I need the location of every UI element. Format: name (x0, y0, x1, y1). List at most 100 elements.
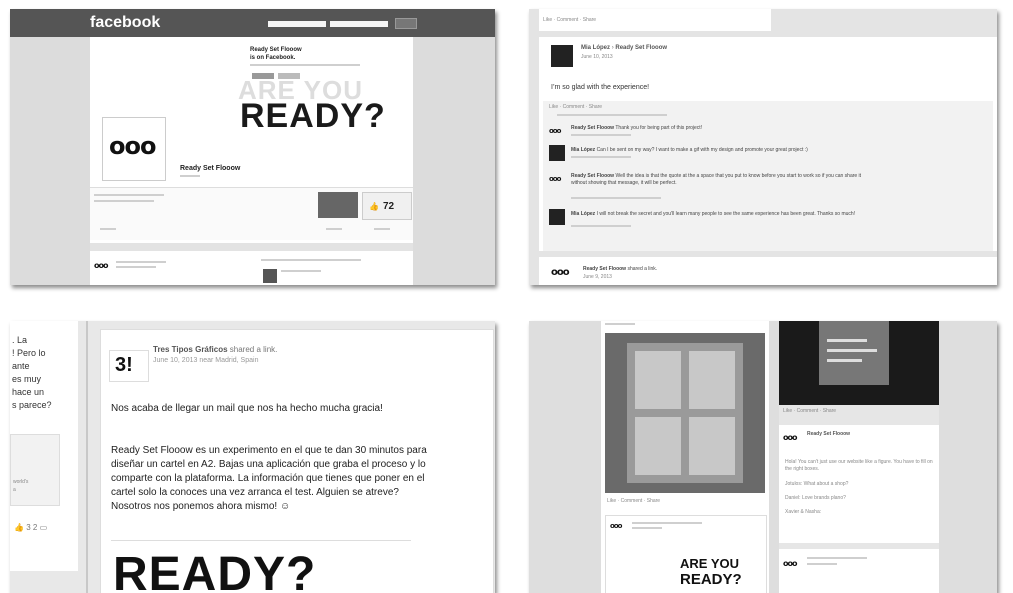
photo-wall[interactable] (605, 333, 765, 493)
link-preview-image[interactable]: READY? (111, 540, 411, 593)
panel-photos: Like · Comment · Share ooo ARE YOU READY… (529, 321, 997, 593)
comment-area: Like · Comment · Share ooo Ready Set Flo… (543, 101, 993, 251)
comment-author[interactable]: Mia López (571, 147, 595, 153)
comment-icon[interactable]: ▭ (40, 523, 48, 532)
top-post-stub: Like · Comment · Share (539, 9, 771, 31)
author-avatar[interactable] (551, 45, 573, 67)
password-field[interactable] (330, 21, 388, 27)
fb-page-body: Ready Set Flooow is on Facebook. ARE YOU… (90, 37, 413, 285)
left-text-5: hace un (12, 387, 45, 397)
login-button[interactable] (395, 18, 417, 29)
post-line (281, 270, 321, 272)
tab-likes[interactable] (374, 228, 390, 230)
shared-avatar: ooo (610, 522, 622, 530)
comment-1: ooo Ready Set Flooow Thank you for being… (549, 123, 989, 143)
post-author[interactable]: Mia López (581, 45, 610, 51)
post-date (116, 266, 156, 268)
spanish-post-card: 3! Tres Tipos Gráficos shared a link. Ju… (100, 329, 494, 593)
bottom-date[interactable]: June 9, 2013 (583, 274, 612, 280)
right-action-links[interactable]: Like · Comment · Share (783, 408, 836, 414)
comment-2: Mia López Can I be sent on my way? I wan… (549, 145, 989, 167)
photo-panel-1 (635, 351, 681, 409)
info-strip: 👍 72 (90, 187, 413, 240)
top-link[interactable] (605, 323, 635, 325)
left-counts-text: 3 2 (26, 523, 38, 532)
shared-post: ooo ARE YOU READY? (605, 515, 767, 593)
shared-meta (632, 522, 702, 524)
photo-panel-2 (689, 351, 735, 409)
left-post-fragment: . La ! Pero lo ante es muy hace un s par… (10, 321, 78, 571)
bottom-author[interactable]: Ready Set Flooow (583, 266, 626, 272)
left-column: Like · Comment · Share ooo ARE YOU READY… (601, 321, 769, 593)
poster-ready: READY? (113, 548, 317, 593)
comment-author[interactable]: Mia López (571, 211, 595, 217)
second-avatar: ooo (783, 559, 797, 568)
post-meta[interactable]: June 10, 2013 near Madrid, Spain (153, 357, 258, 364)
photo-panel-3 (635, 417, 681, 475)
photo-panel-4 (689, 417, 735, 475)
comment-3: ooo Ready Set Flooow Well the idea is th… (549, 171, 989, 205)
second-comment-card: ooo (779, 549, 939, 593)
comment-meta (571, 156, 631, 158)
comment-author[interactable]: Ready Set Flooow (571, 173, 614, 179)
shared-date (632, 527, 662, 529)
panel-comments: Like · Comment · Share Mia López › Ready… (529, 9, 997, 285)
tab-about[interactable] (100, 228, 116, 230)
arrow-icon: › (611, 45, 614, 51)
like-icon[interactable]: 👍 (14, 523, 24, 532)
photo-wall-inner (627, 343, 743, 483)
email-field[interactable] (268, 21, 326, 27)
avatar-3-logo: 3! (115, 354, 133, 376)
comment-card: ooo Ready Set Flooow Hola! You can't jus… (779, 425, 939, 543)
left-text-3: ante (12, 361, 30, 371)
comment-text: Mia López Can I be sent on my way? I wan… (571, 147, 808, 153)
top-action-links[interactable]: Like · Comment · Share (543, 17, 596, 23)
comment-text: Mia López I will not break the secret an… (571, 211, 971, 218)
fb-header-bar: facebook (10, 9, 495, 37)
page-title-line1: Ready Set Flooow (250, 47, 302, 53)
post-target[interactable]: Ready Set Flooow (615, 45, 667, 51)
timeline-divider (90, 243, 413, 251)
second-meta (807, 557, 867, 559)
author-avatar[interactable]: 3! (109, 350, 149, 382)
photo-thumbnail[interactable] (318, 192, 358, 218)
poster-are: ARE YOU (680, 556, 739, 571)
post-author[interactable]: Tres Tipos Gráficos (153, 345, 228, 354)
post-date[interactable]: June 10, 2013 (581, 54, 613, 60)
left-text-4: es muy (12, 374, 42, 384)
about-text (94, 194, 164, 196)
bottom-header: Ready Set Flooow shared a link. (583, 266, 657, 272)
profile-logo: ooo (109, 132, 156, 160)
left-link-box[interactable]: world's a (10, 434, 60, 506)
post-para-1: Nos acaba de llegar un mail que nos ha h… (111, 403, 383, 414)
comment-body: Thank you for being part of this project… (615, 125, 703, 131)
comment-avatar-photo (549, 209, 565, 225)
comment-meta (571, 197, 661, 199)
comment-author[interactable]: Ready Set Flooow (571, 125, 614, 131)
comment-author[interactable]: Ready Set Flooow (807, 431, 850, 437)
like-box[interactable]: 👍 72 (362, 192, 412, 220)
comment-avatar-photo (549, 145, 565, 161)
like-count: 72 (383, 201, 395, 212)
comment-avatar-ooo: ooo (549, 127, 561, 135)
laptop-photo[interactable] (779, 321, 939, 405)
poster-ready: READY? (680, 571, 742, 588)
left-text-6: s parece? (12, 400, 52, 410)
profile-picture[interactable]: ooo (102, 117, 166, 181)
timeline-post-left: ooo (90, 255, 245, 285)
post-card: Mia López › Ready Set Flooow June 10, 20… (539, 37, 997, 251)
tab-photos[interactable] (326, 228, 342, 230)
screen-line-1 (827, 339, 867, 342)
post-thumb (263, 269, 277, 283)
comment-line-4: Xavier & Nasha: (785, 509, 822, 515)
photo-action-links[interactable]: Like · Comment · Share (607, 498, 660, 504)
panel-spanish-post: . La ! Pero lo ante es muy hace un s par… (10, 321, 495, 593)
page-name[interactable]: Ready Set Flooow (180, 165, 240, 172)
post-text: I’m so glad with the experience! (551, 84, 650, 91)
comment-body: I will not break the secret and you'll l… (596, 211, 856, 217)
left-counts: 👍 3 2 ▭ (14, 523, 74, 537)
fb-logo[interactable]: facebook (90, 14, 160, 32)
screen-line-2 (827, 349, 877, 352)
comment-line-3: Daniel: Love brands plano? (785, 495, 846, 501)
action-links[interactable]: Like · Comment · Share (549, 104, 602, 110)
